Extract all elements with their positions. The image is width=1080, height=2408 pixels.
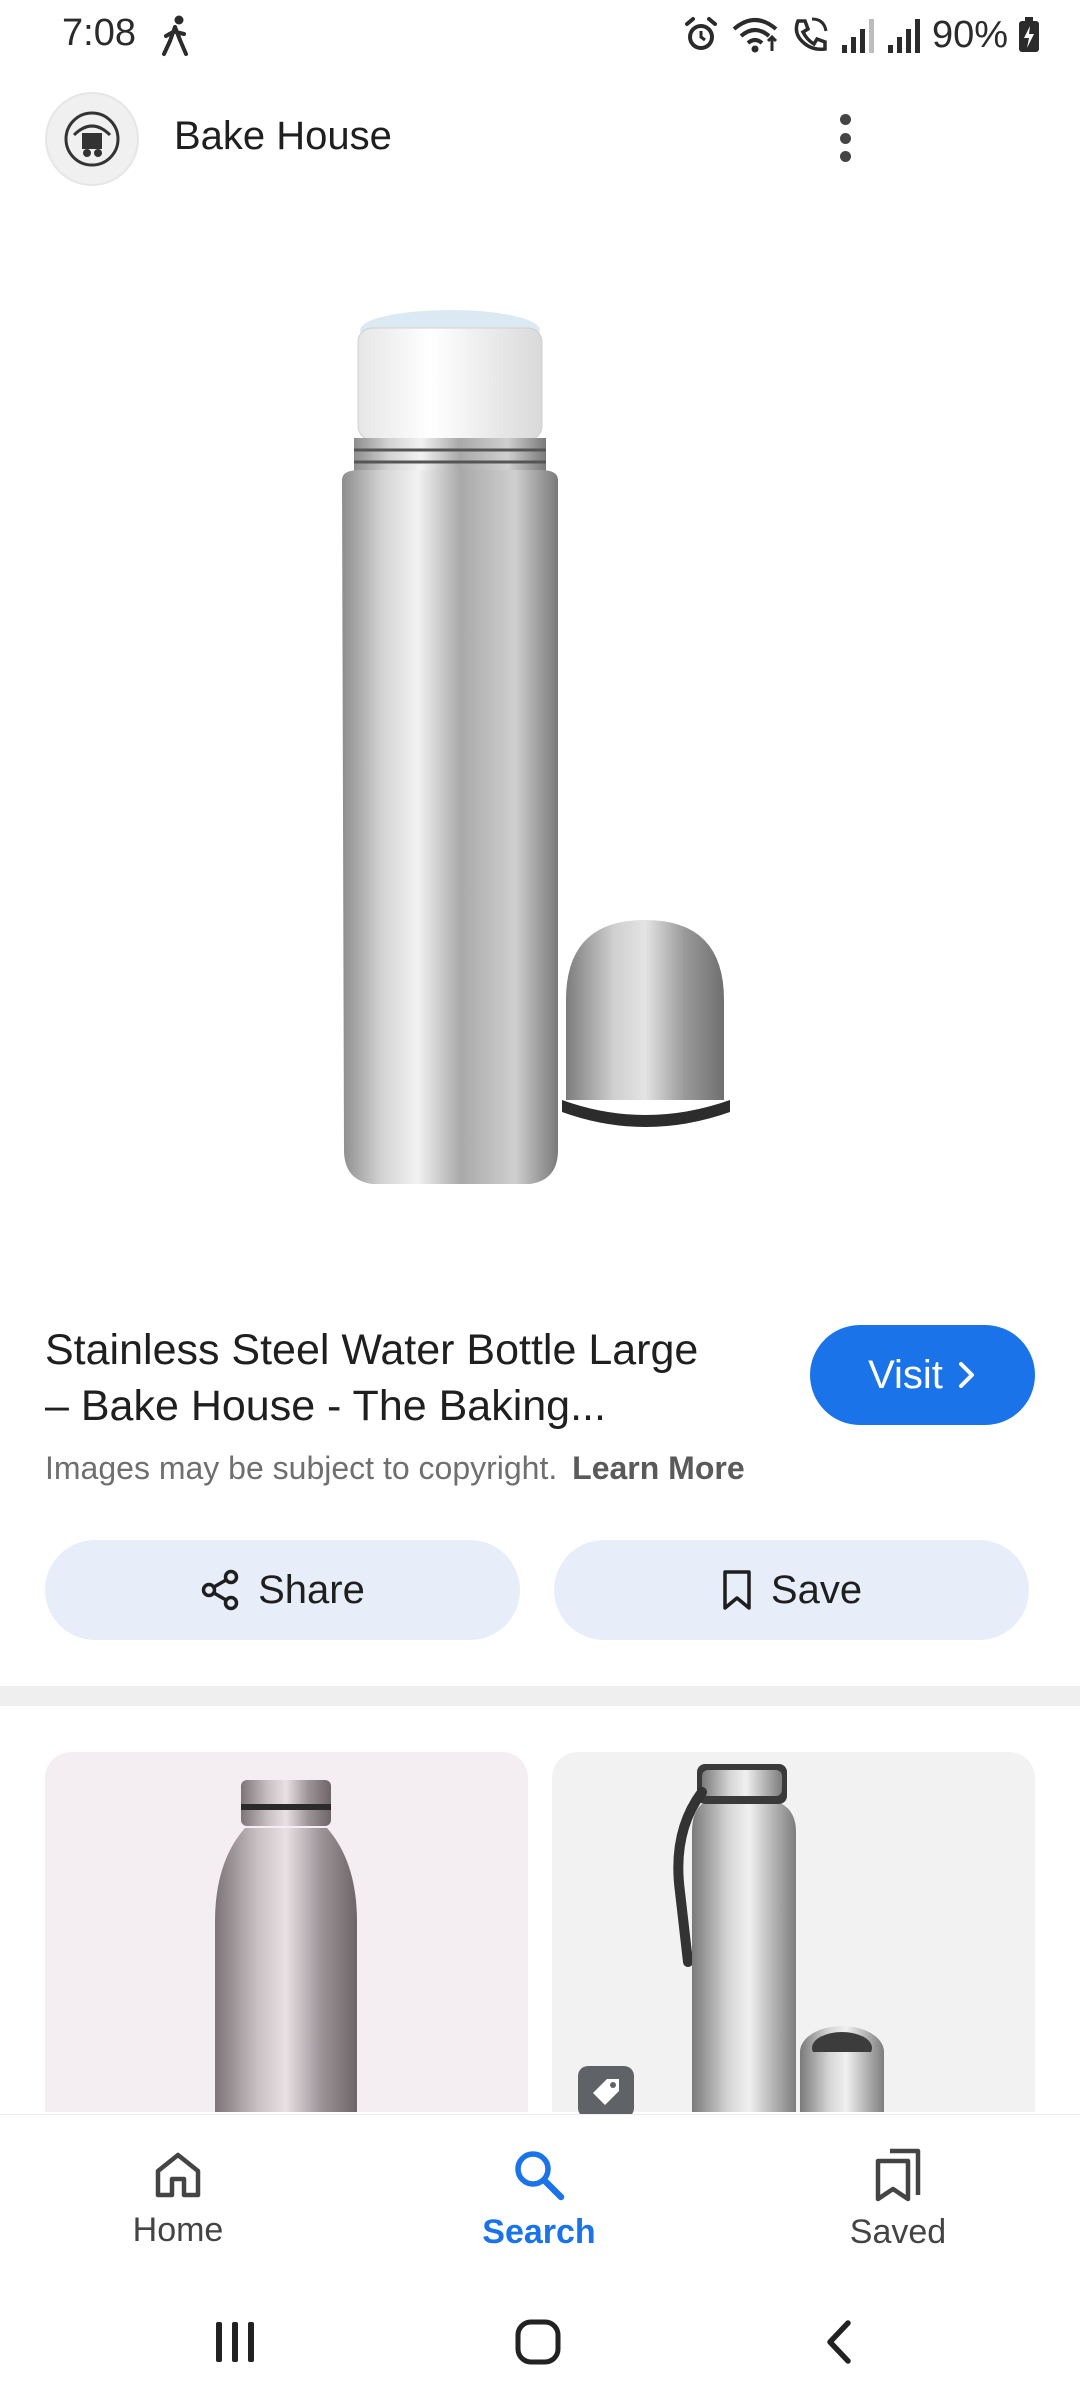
share-button[interactable]: Share bbox=[45, 1540, 520, 1640]
share-icon bbox=[201, 1569, 239, 1611]
bottom-navigation: Home Search Saved bbox=[0, 2114, 1080, 2282]
battery-level: 90% bbox=[931, 13, 1008, 56]
site-logo-icon bbox=[64, 111, 120, 167]
nav-search-label: Search bbox=[482, 2212, 596, 2251]
chevron-right-icon bbox=[958, 1362, 974, 1388]
recents-button[interactable] bbox=[195, 2312, 275, 2372]
home-circle-icon bbox=[515, 2319, 561, 2365]
more-vert-icon-dot bbox=[839, 114, 851, 125]
source-header: Bake House bbox=[0, 90, 1080, 186]
result-title[interactable]: Stainless Steel Water Bottle Large – Bak… bbox=[45, 1322, 765, 1434]
more-vert-icon-dot bbox=[839, 132, 851, 144]
status-bar: 7:08 90% bbox=[0, 0, 1080, 72]
system-home-button[interactable] bbox=[498, 2312, 578, 2372]
nav-home[interactable]: Home bbox=[48, 2115, 308, 2283]
more-vert-icon-dot bbox=[839, 151, 851, 162]
visit-label: Visit bbox=[868, 1352, 943, 1397]
walking-icon bbox=[162, 15, 188, 56]
signal-icon bbox=[887, 19, 920, 53]
nav-home-label: Home bbox=[132, 2210, 224, 2249]
result-title-line-1: Stainless Steel Water Bottle Large bbox=[45, 1326, 699, 1374]
nav-saved[interactable]: Saved bbox=[768, 2115, 1028, 2283]
related-image-card[interactable] bbox=[552, 1752, 1035, 2112]
bookmark-icon bbox=[723, 1570, 751, 1610]
nav-search[interactable]: Search bbox=[409, 2115, 669, 2283]
tag-icon bbox=[593, 2079, 619, 2105]
related-flask-image bbox=[673, 1764, 884, 2112]
battery-charging-icon bbox=[1019, 17, 1039, 52]
back-icon bbox=[827, 2320, 851, 2364]
copyright-text: Images may be subject to copyright. bbox=[45, 1450, 558, 1486]
save-button[interactable]: Save bbox=[554, 1540, 1029, 1640]
site-logo-avatar[interactable] bbox=[45, 92, 139, 186]
saved-icon bbox=[875, 2148, 921, 2201]
recents-icon bbox=[216, 2322, 254, 2362]
learn-more-link[interactable]: Learn More bbox=[572, 1450, 744, 1486]
system-navigation-bar bbox=[0, 2282, 1080, 2408]
more-options-button[interactable] bbox=[820, 108, 870, 168]
wifi-call-icon bbox=[794, 17, 828, 52]
related-bottle-image bbox=[215, 1780, 357, 2112]
signal-icon bbox=[841, 19, 874, 53]
home-icon bbox=[155, 2152, 201, 2197]
product-tag-badge bbox=[578, 2066, 634, 2118]
nav-saved-label: Saved bbox=[849, 2212, 947, 2251]
status-time: 7:08 bbox=[62, 12, 136, 54]
visit-button[interactable]: Visit bbox=[810, 1325, 1035, 1425]
save-label: Save bbox=[770, 1567, 863, 1612]
related-image-card[interactable] bbox=[45, 1752, 528, 2112]
copyright-notice: Images may be subject to copyright. Lear… bbox=[45, 1450, 745, 1487]
search-icon bbox=[515, 2150, 565, 2200]
alarm-icon bbox=[684, 17, 717, 50]
status-icons: 90% bbox=[682, 10, 1040, 60]
section-divider bbox=[0, 1686, 1080, 1706]
wifi-icon bbox=[732, 18, 778, 53]
result-title-line-2: – Bake House - The Baking... bbox=[45, 1382, 606, 1430]
site-name[interactable]: Bake House bbox=[174, 114, 392, 159]
product-image[interactable] bbox=[300, 300, 780, 1200]
system-back-button[interactable] bbox=[800, 2312, 880, 2372]
share-label: Share bbox=[258, 1567, 365, 1612]
